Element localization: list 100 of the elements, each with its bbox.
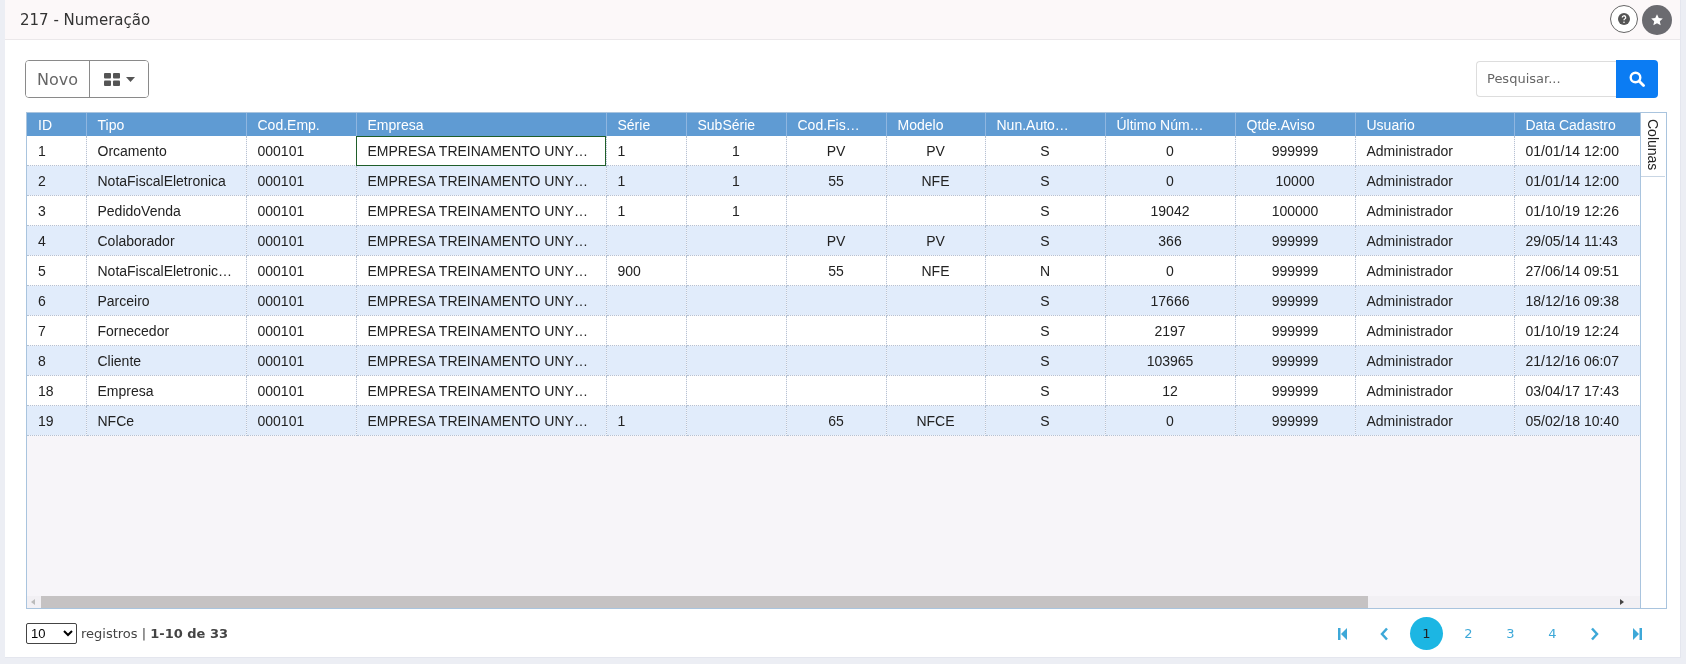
table-cell: 1 — [606, 405, 686, 436]
table-cell: 6 — [27, 285, 86, 316]
table-cell: NFCe — [86, 405, 246, 436]
column-header[interactable]: Usuario — [1355, 113, 1514, 136]
column-header[interactable]: Série — [606, 113, 686, 136]
table-cell: EMPRESA TREINAMENTO UNY… — [356, 136, 606, 166]
table-cell: Administrador — [1355, 285, 1514, 316]
table-cell: EMPRESA TREINAMENTO UNY… — [356, 225, 606, 256]
table-cell: 2197 — [1105, 315, 1235, 346]
first-page-icon — [1337, 626, 1348, 641]
table-cell: Administrador — [1355, 195, 1514, 226]
table-cell: 000101 — [246, 225, 356, 256]
table-cell: 27/06/14 09:51 — [1514, 255, 1640, 286]
table-cell: 1 — [686, 165, 786, 196]
search-icon — [1629, 70, 1645, 87]
table-cell: 7 — [27, 315, 86, 346]
table-cell: 05/02/18 10:40 — [1514, 405, 1640, 436]
table-cell: 999999 — [1235, 285, 1355, 316]
page-button[interactable]: 3 — [1494, 617, 1527, 650]
table-cell: Administrador — [1355, 405, 1514, 436]
help-button[interactable] — [1610, 4, 1638, 33]
table-cell: EMPRESA TREINAMENTO UNY… — [356, 315, 606, 346]
column-header[interactable]: Data Cadastro — [1514, 113, 1640, 136]
table-cell: N — [985, 255, 1105, 286]
table-cell: EMPRESA TREINAMENTO UNY… — [356, 345, 606, 376]
table-cell: NFCE — [886, 405, 985, 436]
table-cell: Administrador — [1355, 375, 1514, 406]
table-cell: 17666 — [1105, 285, 1235, 316]
table-cell: 1 — [606, 165, 686, 196]
table-cell: 900 — [606, 255, 686, 286]
table-cell: NFE — [886, 165, 985, 196]
table-cell: EMPRESA TREINAMENTO UNY… — [356, 405, 606, 436]
table-cell: PV — [786, 136, 886, 166]
table-cell: 366 — [1105, 225, 1235, 256]
table-cell: Administrador — [1355, 165, 1514, 196]
search-field[interactable]: Pesquisar... — [1476, 60, 1616, 97]
table-cell: 01/10/19 12:26 — [1514, 195, 1640, 226]
table-cell: 000101 — [246, 285, 356, 316]
table-cell: PV — [786, 225, 886, 256]
search-button[interactable] — [1616, 59, 1658, 98]
table-cell: 01/10/19 12:24 — [1514, 315, 1640, 346]
table-cell: S — [985, 405, 1105, 436]
table-cell: 01/01/14 12:00 — [1514, 165, 1640, 196]
table-cell: Cliente — [86, 345, 246, 376]
new-button[interactable]: Novo — [26, 61, 90, 97]
column-header[interactable]: Empresa — [356, 113, 606, 136]
table-cell: PV — [886, 136, 985, 166]
column-header[interactable]: Qtde.Aviso — [1235, 113, 1355, 136]
favorite-button[interactable] — [1642, 4, 1672, 35]
page-title: 217 - Numeração — [20, 10, 151, 29]
table-cell: 65 — [786, 405, 886, 436]
table-cell: 000101 — [246, 136, 356, 166]
caret-icon — [125, 76, 135, 82]
table-cell: 000101 — [246, 345, 356, 376]
table-cell: PedidoVenda — [86, 195, 246, 226]
table-cell: S — [985, 315, 1105, 346]
table-cell: Administrador — [1355, 255, 1514, 286]
table-cell: Fornecedor — [86, 315, 246, 346]
page-size-select[interactable]: 10 — [26, 623, 77, 644]
table-cell: 0 — [1105, 136, 1235, 166]
column-header[interactable]: Tipo — [86, 113, 246, 136]
table-cell: 999999 — [1235, 255, 1355, 286]
table-cell: S — [985, 195, 1105, 226]
table-cell: 999999 — [1235, 405, 1355, 436]
table-cell: Colaborador — [86, 225, 246, 256]
table-cell: Administrador — [1355, 315, 1514, 346]
table-cell: 2 — [27, 165, 86, 196]
page-button[interactable]: 4 — [1536, 617, 1569, 650]
table-cell: 000101 — [246, 165, 356, 196]
table-cell: 0 — [1105, 405, 1235, 436]
column-header[interactable]: SubSérie — [686, 113, 786, 136]
table-cell: Empresa — [86, 375, 246, 406]
table-cell: 000101 — [246, 405, 356, 436]
table-cell: 4 — [27, 225, 86, 256]
table-cell: S — [985, 225, 1105, 256]
table-cell: 999999 — [1235, 136, 1355, 166]
column-header[interactable]: Cod.Emp. — [246, 113, 356, 136]
table-cell: EMPRESA TREINAMENTO UNY… — [356, 375, 606, 406]
table-cell: Administrador — [1355, 225, 1514, 256]
table-cell: Administrador — [1355, 136, 1514, 166]
table-cell: 18 — [27, 375, 86, 406]
table-cell: 000101 — [246, 315, 356, 346]
column-header[interactable]: Último Núm… — [1105, 113, 1235, 136]
table-cell: 999999 — [1235, 375, 1355, 406]
page-button[interactable]: 2 — [1452, 617, 1485, 650]
records-summary: registros | 1-10 de 33 — [81, 626, 229, 641]
column-header[interactable]: Nun.Auto… — [985, 113, 1105, 136]
help-icon — [1618, 12, 1630, 25]
table-cell: 000101 — [246, 195, 356, 226]
column-header[interactable]: Modelo — [886, 113, 985, 136]
column-header[interactable]: Cod.Fis… — [786, 113, 886, 136]
table-cell: 0 — [1105, 165, 1235, 196]
table-cell: Parceiro — [86, 285, 246, 316]
table-cell: 999999 — [1235, 225, 1355, 256]
table-cell: 55 — [786, 165, 886, 196]
page-button[interactable]: 1 — [1410, 617, 1443, 650]
column-header[interactable]: ID — [27, 113, 86, 136]
table-cell: 1 — [606, 136, 686, 166]
table-cell: Orcamento — [86, 136, 246, 166]
table-cell: 000101 — [246, 255, 356, 286]
